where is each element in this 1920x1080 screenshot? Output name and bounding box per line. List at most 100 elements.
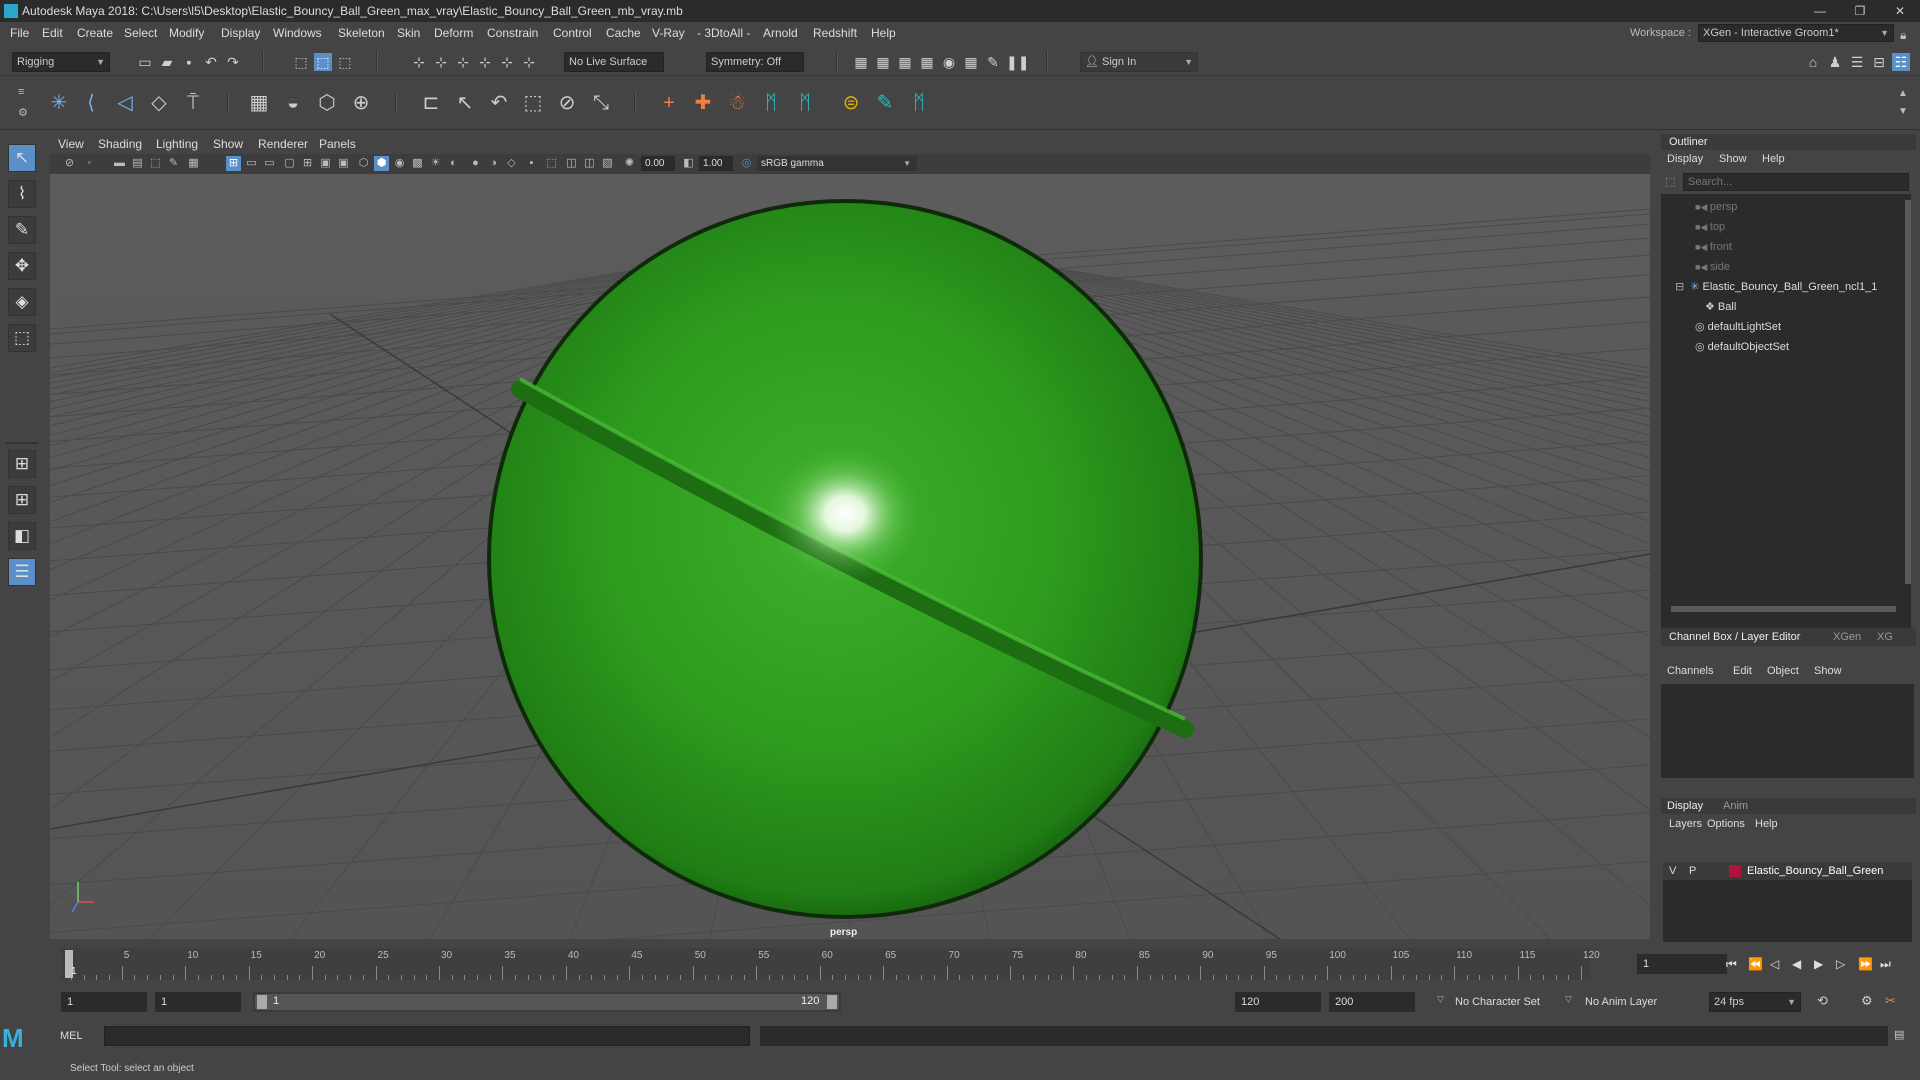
orient-joint-icon[interactable]: ⍑ [180, 90, 206, 116]
orient-constraint-icon[interactable]: ↶ [486, 90, 512, 116]
move-tool-icon[interactable]: ✥ [8, 252, 36, 280]
channel-box-icon[interactable]: ☷ [1892, 53, 1910, 71]
render-settings-icon[interactable]: ▦ [918, 53, 936, 71]
step-back-icon[interactable]: ⏪ [1748, 952, 1763, 976]
exposure-icon[interactable]: ✺ [622, 156, 637, 171]
xray-icon[interactable]: ◫ [564, 156, 579, 171]
minimize-button[interactable]: — [1800, 0, 1840, 22]
tool-settings-icon[interactable]: ⊟ [1870, 53, 1888, 71]
ipr-render-icon[interactable]: ▦ [896, 53, 914, 71]
wireframe-icon[interactable]: ⊞ [226, 156, 241, 171]
isolate-select-icon[interactable]: ⬚ [544, 156, 559, 171]
mel-label[interactable]: MEL [60, 1030, 83, 1042]
menu-select[interactable]: Select [124, 22, 157, 44]
camera-attr-icon[interactable]: ◦ [82, 156, 97, 171]
shelf-scroll-up-icon[interactable]: ▲ [1898, 88, 1908, 99]
menu-edit[interactable]: Edit [42, 22, 63, 44]
joint-tool-icon[interactable]: ✳ [46, 90, 72, 116]
symmetry-dropdown[interactable]: Symmetry: Off [706, 52, 804, 72]
sign-in-button[interactable]: 👤︎ Sign In ▼ [1080, 52, 1198, 72]
lattice-icon[interactable]: ⬡ [314, 90, 340, 116]
lasso-tool-icon[interactable]: ⌇ [8, 180, 36, 208]
paint-weights-icon[interactable]: ⊜ [838, 90, 864, 116]
layer-menu-help[interactable]: Help [1755, 818, 1778, 830]
render-frame-icon[interactable]: ▦ [874, 53, 892, 71]
new-scene-icon[interactable]: ▭ [136, 53, 154, 71]
fps-dropdown[interactable]: 24 fps ▼ [1709, 992, 1801, 1012]
animation-end-field[interactable]: 200 [1329, 992, 1415, 1012]
save-scene-icon[interactable]: ▪ [180, 53, 198, 71]
outliner-layout-icon[interactable]: ☰ [8, 558, 36, 586]
pause-icon[interactable]: ❚❚ [1006, 53, 1029, 71]
menu-windows[interactable]: Windows [273, 22, 322, 44]
wireframe-on-shaded-icon[interactable]: ◉ [392, 156, 407, 171]
anim-layer-field[interactable]: No Anim Layer [1579, 992, 1683, 1012]
play-backward-icon[interactable]: ◀ [1792, 952, 1801, 976]
channelbox-menu-channels[interactable]: Channels [1667, 665, 1713, 677]
scale-tool-icon[interactable]: ⬚ [8, 324, 36, 352]
menu-display[interactable]: Display [221, 22, 260, 44]
modeling-toolkit-icon[interactable]: ⌂ [1804, 53, 1822, 71]
gamma-field[interactable]: 1.00 [699, 156, 733, 171]
menu-skin[interactable]: Skin [397, 22, 420, 44]
time-slider[interactable]: 5 10 15 20 25 30 35 40 45 50 55 60 65 70 75 80 85 90 95 100… [49, 946, 1727, 982]
parent-constraint-icon[interactable]: ⊏ [418, 90, 444, 116]
outliner-menu-show[interactable]: Show [1719, 153, 1747, 165]
layer-playback-toggle[interactable]: P [1689, 862, 1696, 880]
playback-end-field[interactable]: 120 [1235, 992, 1321, 1012]
outliner-menu-help[interactable]: Help [1762, 153, 1785, 165]
select-object-icon[interactable]: ⬚ [314, 53, 332, 71]
snap-view-icon[interactable]: ⊹ [476, 53, 494, 71]
vray-ipr-icon[interactable]: ✎ [984, 53, 1002, 71]
collapse-icon[interactable]: ⊟ [1675, 281, 1684, 293]
outliner-item[interactable]: ⊟ ✳ Elastic_Bouncy_Ball_Green_ncl1_1 [1661, 278, 1901, 296]
human-ik-icon[interactable]: ♟ [1826, 53, 1844, 71]
attribute-editor-icon[interactable]: ☰ [1848, 53, 1866, 71]
menu-file[interactable]: File [10, 22, 29, 44]
paint-tool-icon[interactable]: ✎ [872, 90, 898, 116]
playback-start-field[interactable]: 1 [155, 992, 241, 1012]
safe-action-icon[interactable]: ▣ [318, 156, 333, 171]
shelf-scroll-down-icon[interactable]: ▼ [1898, 106, 1908, 117]
paint-select-icon[interactable]: ✎ [8, 216, 36, 244]
mel-command-input[interactable] [104, 1026, 750, 1046]
wireframe-shading-icon[interactable]: ⬡ [356, 156, 371, 171]
outliner-item[interactable]: ◎ defaultLightSet [1661, 318, 1901, 336]
quick-rig-icon[interactable]: ᛗ [758, 90, 784, 116]
menu-control[interactable]: Control [553, 22, 592, 44]
viewport-3d-scene[interactable] [50, 174, 1650, 939]
quick-rig-options-icon[interactable]: ᛗ [906, 90, 932, 116]
ik-fk-icon[interactable]: ✚ [690, 90, 716, 116]
2d-pan-icon[interactable]: ⬚ [148, 156, 163, 171]
viewport-menu-view[interactable]: View [58, 134, 84, 154]
color-space-dropdown[interactable]: sRGB gamma ▼ [757, 156, 917, 171]
outliner-horizontal-scrollbar[interactable] [1671, 606, 1896, 612]
smooth-shading-icon[interactable]: ⬢ [374, 156, 389, 171]
shelf-menu-icon[interactable]: ≡ [18, 86, 24, 98]
image-plane-icon[interactable]: ▤ [130, 156, 145, 171]
shadows-icon[interactable]: ◐ [446, 156, 461, 171]
outliner-item[interactable]: ◎ defaultObjectSet [1661, 338, 1901, 356]
outliner-item[interactable]: ■◀ side [1661, 258, 1901, 276]
animation-preferences-icon[interactable]: ⚙︎ [1861, 993, 1873, 1009]
layer-row[interactable]: V P Elastic_Bouncy_Ball_Green [1663, 862, 1912, 880]
quick-rig-auto-icon[interactable]: ᛗ [792, 90, 818, 116]
menu-modify[interactable]: Modify [169, 22, 204, 44]
mirror-joint-icon[interactable]: ◇ [146, 90, 172, 116]
viewport-menu-panels[interactable]: Panels [319, 134, 356, 154]
script-editor-icon[interactable]: ▤ [1894, 1028, 1904, 1041]
outliner-item[interactable]: ■◀ top [1661, 218, 1901, 236]
outliner-menu-display[interactable]: Display [1667, 153, 1703, 165]
rotate-tool-icon[interactable]: ◈ [8, 288, 36, 316]
ik-handle-icon[interactable]: ⟨ [78, 90, 104, 116]
lock-icon[interactable]: 🔒︎ [1900, 24, 1906, 46]
snap-point-icon[interactable]: ⊹ [454, 53, 472, 71]
loop-icon[interactable]: ⟲ [1817, 993, 1828, 1009]
viewport-menu-shading[interactable]: Shading [98, 134, 142, 154]
grease-pencil-icon[interactable]: ✎ [166, 156, 181, 171]
select-hierarchy-icon[interactable]: ⬚ [292, 53, 310, 71]
menu-skeleton[interactable]: Skeleton [338, 22, 385, 44]
outliner-search-input[interactable] [1683, 173, 1909, 191]
camera-select-icon[interactable]: ⊘ [62, 156, 77, 171]
menu-create[interactable]: Create [77, 22, 113, 44]
